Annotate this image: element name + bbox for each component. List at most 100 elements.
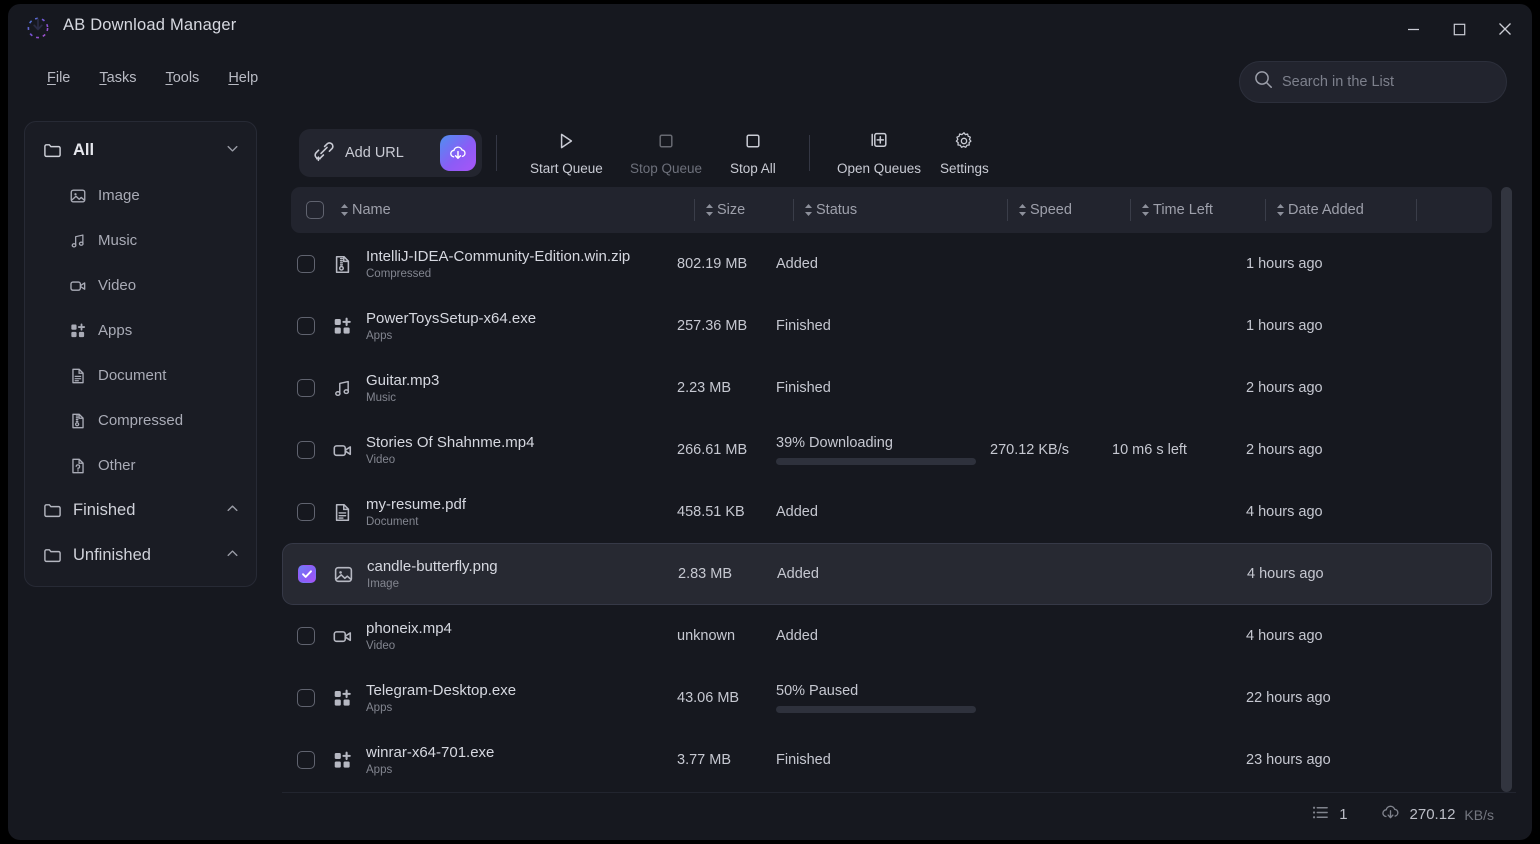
row-size: 3.77 MB: [677, 752, 731, 768]
folder-icon: [43, 141, 62, 160]
folder-icon: [43, 546, 62, 565]
open-queues-button[interactable]: Open Queues: [827, 127, 931, 179]
column-header-label: Size: [717, 202, 746, 218]
search-box[interactable]: [1239, 61, 1507, 103]
gear-icon: [954, 131, 974, 156]
row-size: 43.06 MB: [677, 690, 740, 706]
row-file-category: Apps: [366, 702, 393, 715]
row-file-name: IntelliJ-IDEA-Community-Edition.win.zip: [366, 247, 631, 265]
add-url-button[interactable]: Add URL: [299, 129, 482, 177]
row-size: unknown: [677, 628, 736, 644]
column-header-time-left[interactable]: Time Left: [1131, 187, 1265, 233]
column-header-label: Name: [352, 202, 391, 218]
table-row[interactable]: IntelliJ-IDEA-Community-Edition.win.zip C…: [282, 233, 1492, 295]
row-file-category: Video: [366, 640, 396, 653]
row-checkbox[interactable]: [297, 689, 315, 707]
folder-icon: [43, 501, 62, 520]
apps-icon: [330, 750, 354, 771]
row-time-left: 10 m6 s left: [1112, 442, 1187, 458]
sidebar-item-video[interactable]: Video: [25, 263, 256, 308]
minimize-button[interactable]: [1390, 4, 1436, 54]
sidebar-item-image[interactable]: Image: [25, 173, 256, 218]
stop-queue-button[interactable]: Stop Queue: [620, 127, 712, 179]
row-checkbox[interactable]: [297, 379, 315, 397]
title-bar: AB Download Manager: [8, 4, 1532, 54]
column-header-name[interactable]: Name: [339, 187, 694, 233]
menu-item-help[interactable]: Help: [219, 66, 267, 90]
stop-all-button[interactable]: Stop All: [720, 127, 786, 179]
stop-square-icon: [656, 131, 676, 156]
stop-square-icon: [743, 131, 763, 156]
table-header-row: Name Size Status Speed Time Left Date Ad…: [291, 187, 1492, 233]
sidebar-item-label: Compressed: [98, 412, 184, 429]
row-date-added: 4 hours ago: [1246, 504, 1323, 520]
table-row[interactable]: PowerToysSetup-x64.exe Apps 257.36 MB Finis…: [282, 295, 1492, 357]
sidebar-item-compressed[interactable]: Compressed: [25, 398, 256, 443]
row-checkbox[interactable]: [297, 627, 315, 645]
column-header-date-added[interactable]: Date Added: [1266, 187, 1416, 233]
row-file-name: Stories Of Shahnme.mp4: [366, 433, 535, 451]
column-divider[interactable]: [1416, 199, 1417, 221]
scrollbar-thumb[interactable]: [1501, 187, 1512, 792]
row-size: 2.83 MB: [678, 566, 732, 582]
row-size: 266.61 MB: [677, 442, 748, 458]
sidebar-item-label: Document: [98, 367, 167, 384]
row-checkbox[interactable]: [297, 255, 315, 273]
row-checkbox[interactable]: [297, 503, 315, 521]
row-file-category: Apps: [366, 330, 393, 343]
column-header-size[interactable]: Size: [695, 187, 793, 233]
sidebar-group-all[interactable]: All: [25, 128, 256, 173]
sidebar-item-apps[interactable]: Apps: [25, 308, 256, 353]
table-row[interactable]: Guitar.mp3 Music 2.23 MB Finished 2 hours ag…: [282, 357, 1492, 419]
sidebar-item-music[interactable]: Music: [25, 218, 256, 263]
add-url-label: Add URL: [345, 145, 404, 161]
column-header-speed[interactable]: Speed: [1008, 187, 1130, 233]
menu-item-tasks[interactable]: Tasks: [90, 66, 145, 90]
maximize-button[interactable]: [1436, 4, 1482, 54]
table-row[interactable]: candle-butterfly.png Image 2.83 MB Added 4 h…: [282, 543, 1492, 605]
sidebar-group-unfinished[interactable]: Unfinished: [25, 533, 256, 578]
row-size: 802.19 MB: [677, 256, 748, 272]
music-icon: [330, 378, 354, 399]
row-checkbox[interactable]: [298, 565, 316, 583]
sidebar-group-finished[interactable]: Finished: [25, 488, 256, 533]
image-icon: [69, 187, 87, 205]
vertical-scrollbar[interactable]: [1501, 187, 1512, 792]
sort-icon: [704, 202, 715, 218]
row-status: Added: [776, 256, 818, 272]
chevron-up-icon[interactable]: [225, 546, 240, 566]
settings-button[interactable]: Settings: [930, 127, 999, 179]
cloud-download-icon[interactable]: [440, 135, 476, 171]
row-file-category: Apps: [366, 764, 393, 777]
app-window: AB Download Manager File Tasks Tools Hel…: [8, 4, 1532, 840]
table-row[interactable]: phoneix.mp4 Video unknown Added 4 hours ago: [282, 605, 1492, 667]
table-row[interactable]: Stories Of Shahnme.mp4 Video 266.61 MB 39% …: [282, 419, 1492, 481]
row-date-added: 1 hours ago: [1246, 256, 1323, 272]
sidebar-item-other[interactable]: Other: [25, 443, 256, 488]
search-input[interactable]: [1282, 74, 1492, 90]
row-date-added: 22 hours ago: [1246, 690, 1331, 706]
row-status: 50% Paused: [776, 683, 859, 699]
chevron-up-icon[interactable]: [225, 501, 240, 521]
menu-item-tools[interactable]: Tools: [156, 66, 208, 90]
column-header-status[interactable]: Status: [794, 187, 1007, 233]
row-checkbox[interactable]: [297, 751, 315, 769]
row-file-category: Document: [366, 516, 419, 529]
row-date-added: 2 hours ago: [1246, 380, 1323, 396]
app-logo-icon: [24, 14, 52, 42]
start-queue-button[interactable]: Start Queue: [520, 127, 613, 179]
row-checkbox[interactable]: [297, 441, 315, 459]
row-date-added: 2 hours ago: [1246, 442, 1323, 458]
sidebar-item-document[interactable]: Document: [25, 353, 256, 398]
row-checkbox[interactable]: [297, 317, 315, 335]
table-row[interactable]: my-resume.pdf Document 458.51 KB Added 4 hou…: [282, 481, 1492, 543]
menu-item-file[interactable]: File: [38, 66, 79, 90]
chevron-down-icon[interactable]: [225, 141, 240, 161]
table-row[interactable]: Telegram-Desktop.exe Apps 43.06 MB 50% Paus…: [282, 667, 1492, 729]
row-size: 458.51 KB: [677, 504, 745, 520]
sort-icon: [803, 202, 814, 218]
select-all-checkbox[interactable]: [306, 201, 324, 219]
close-button[interactable]: [1482, 4, 1528, 54]
column-header-label: Speed: [1030, 202, 1072, 218]
table-row[interactable]: winrar-x64-701.exe Apps 3.77 MB Finished 23 …: [282, 729, 1492, 791]
